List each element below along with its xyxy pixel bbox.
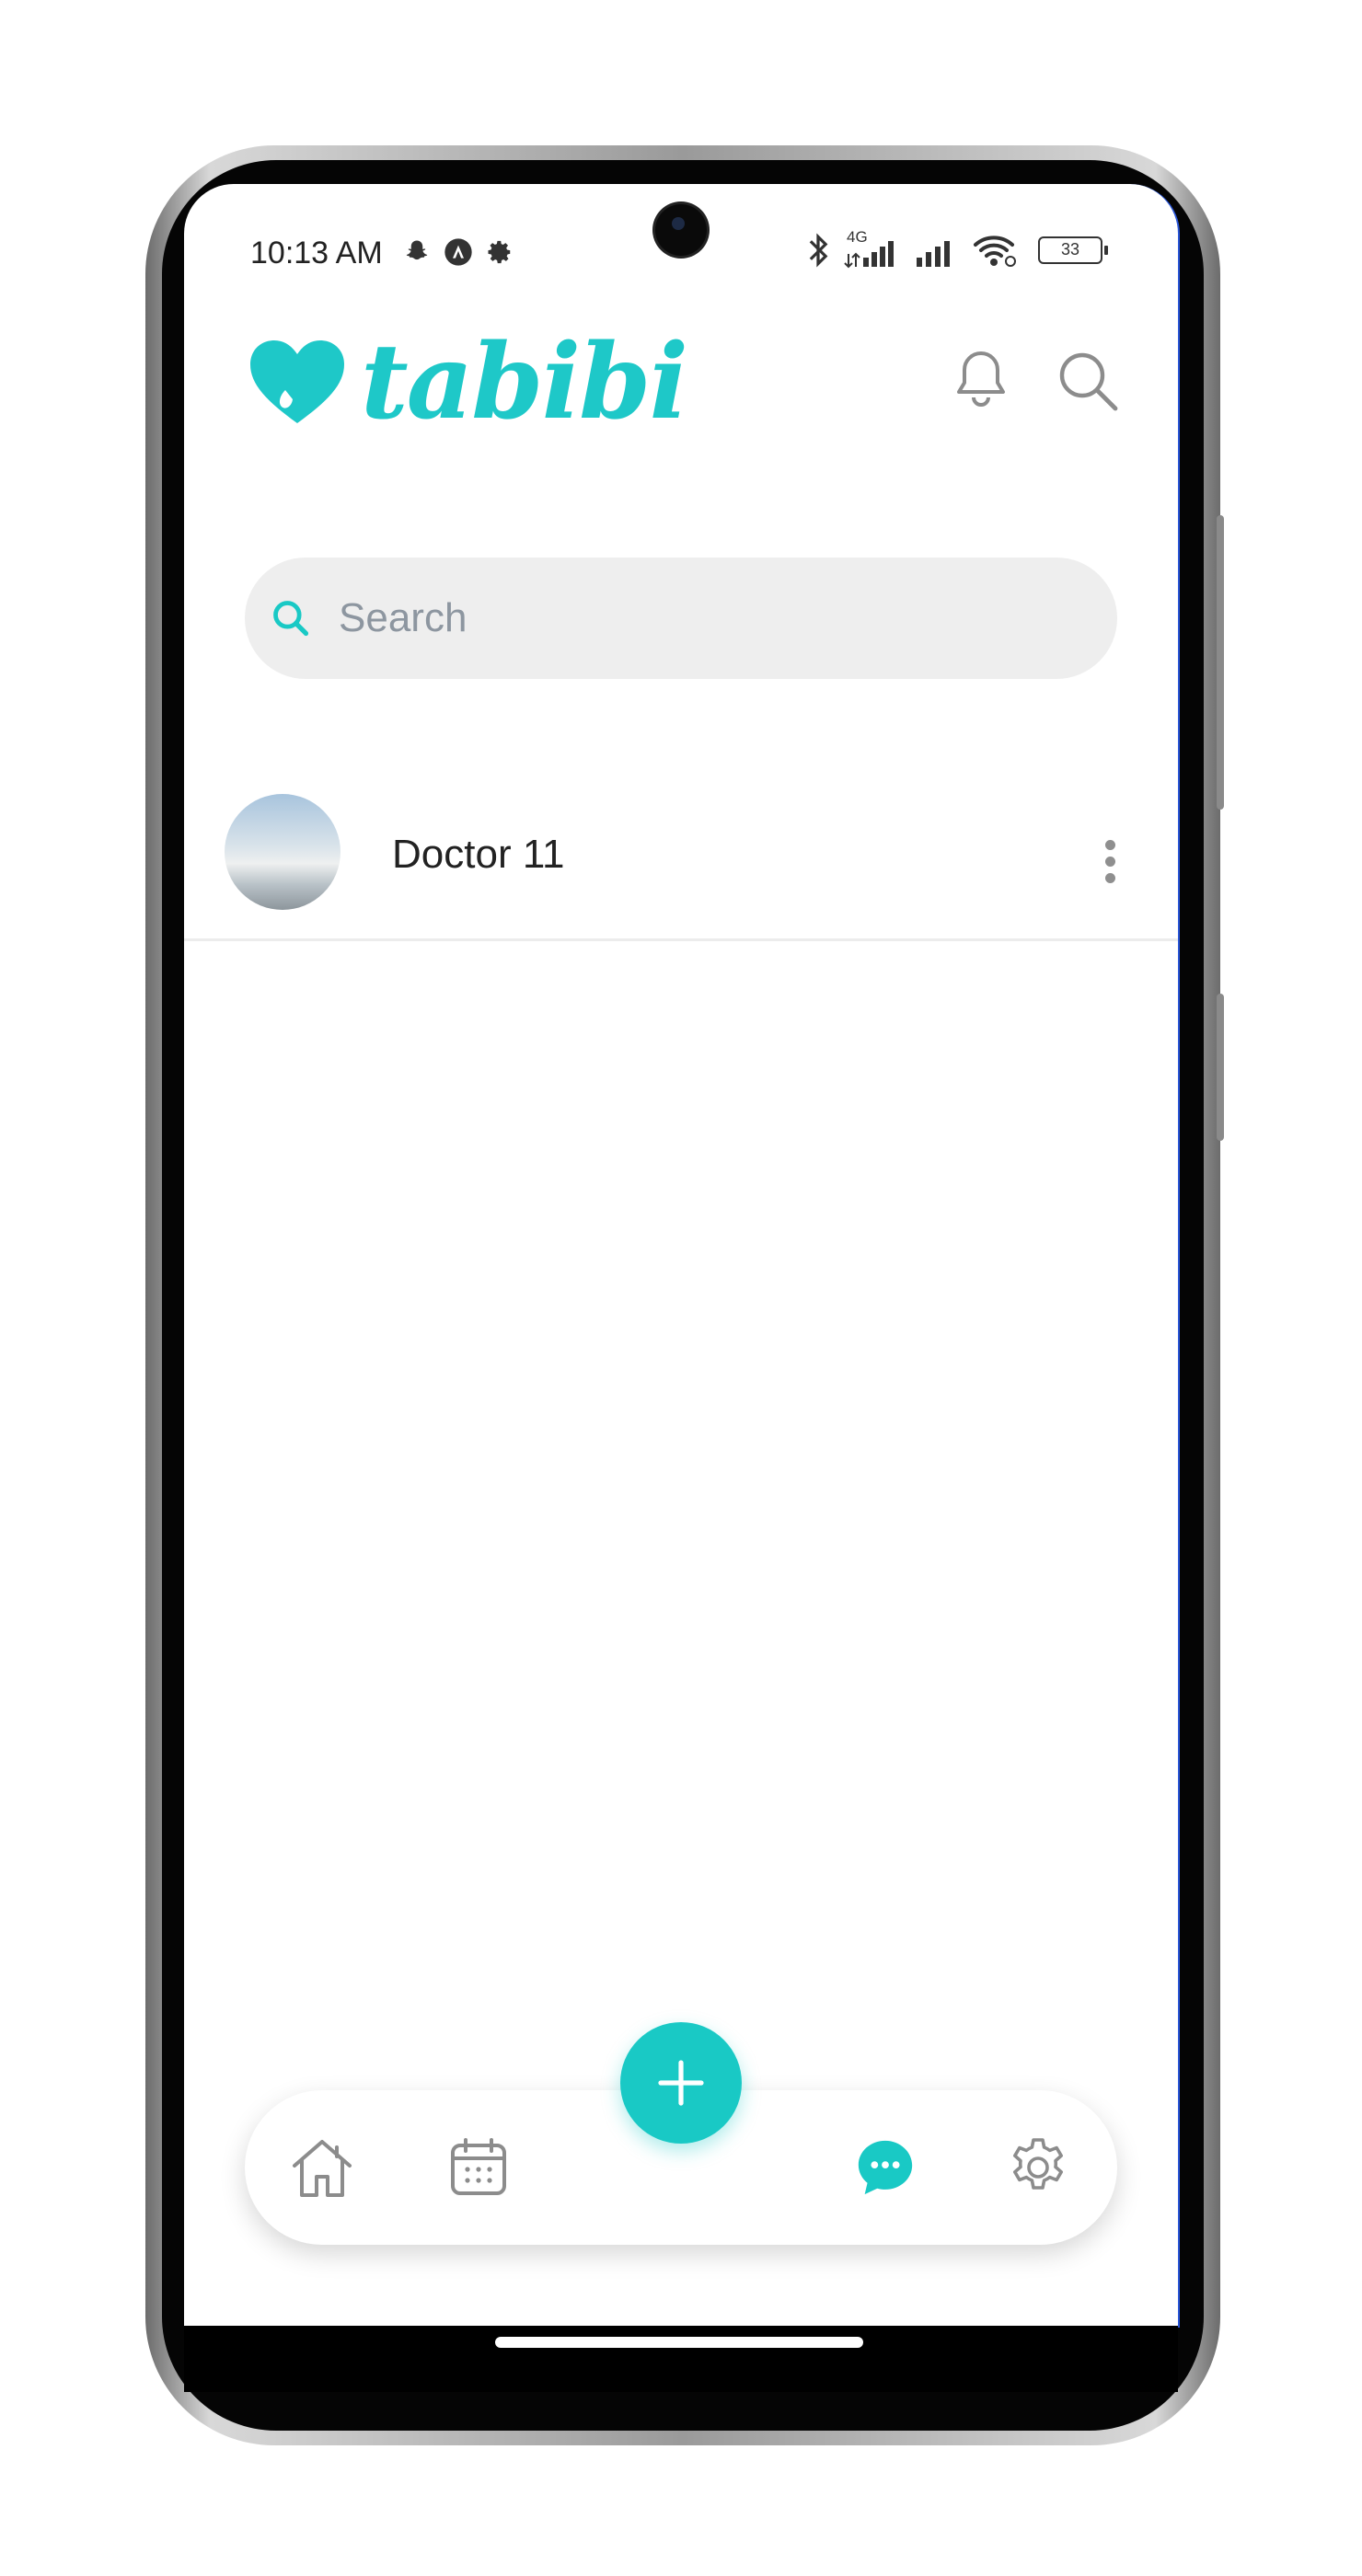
status-time: 10:13 AM bbox=[250, 236, 383, 270]
bluetooth-icon bbox=[809, 233, 828, 268]
notifications-button[interactable] bbox=[944, 344, 1018, 418]
status-system-icons: 4G 33 bbox=[806, 228, 1108, 269]
nav-chat[interactable] bbox=[839, 2122, 931, 2214]
home-indicator[interactable] bbox=[495, 2337, 863, 2348]
calendar-icon bbox=[451, 2138, 506, 2195]
battery-level: 33 bbox=[1060, 240, 1080, 259]
search-icon bbox=[1059, 352, 1118, 411]
search-input[interactable] bbox=[337, 594, 1040, 642]
signal-icon bbox=[844, 241, 894, 269]
bell-icon bbox=[957, 351, 1005, 407]
home-icon bbox=[293, 2140, 352, 2197]
more-vertical-icon bbox=[1104, 839, 1115, 850]
wifi-icon bbox=[974, 236, 1016, 267]
search-bar[interactable] bbox=[245, 558, 1117, 679]
app-logo: tabibi bbox=[248, 322, 688, 443]
gesture-bar bbox=[184, 2326, 1178, 2392]
nav-home[interactable] bbox=[276, 2122, 368, 2214]
avatar bbox=[225, 794, 340, 910]
chat-list-item[interactable]: Doctor 11 bbox=[184, 773, 1178, 941]
plus-icon bbox=[658, 2060, 704, 2106]
gear-icon bbox=[1013, 2138, 1063, 2190]
chat-icon bbox=[858, 2140, 913, 2195]
more-options-button[interactable] bbox=[1091, 824, 1128, 898]
search-field-icon bbox=[273, 601, 309, 637]
battery-icon: 33 bbox=[1038, 236, 1108, 264]
vpn-icon bbox=[444, 238, 472, 266]
app-name: tabibi bbox=[361, 322, 688, 443]
chat-contact-name: Doctor 11 bbox=[392, 832, 565, 877]
app-screen: 10:13 AM 4G 33 tabibi Search Doctor 11 bbox=[184, 184, 1180, 2328]
power-button bbox=[1217, 994, 1224, 1141]
mobile-signal-4g: 4G bbox=[843, 228, 900, 269]
volume-button bbox=[1217, 515, 1224, 810]
nav-settings[interactable] bbox=[992, 2122, 1084, 2214]
signal-icon-2 bbox=[917, 241, 950, 267]
settings-notification-icon bbox=[488, 240, 511, 264]
nav-calendar[interactable] bbox=[433, 2122, 525, 2214]
snapchat-icon bbox=[406, 240, 428, 260]
header-search-button[interactable] bbox=[1051, 344, 1125, 418]
new-chat-fab[interactable] bbox=[620, 2022, 742, 2144]
heart-logo-icon bbox=[250, 340, 344, 423]
status-notification-icons bbox=[403, 237, 514, 267]
front-camera bbox=[655, 204, 707, 256]
